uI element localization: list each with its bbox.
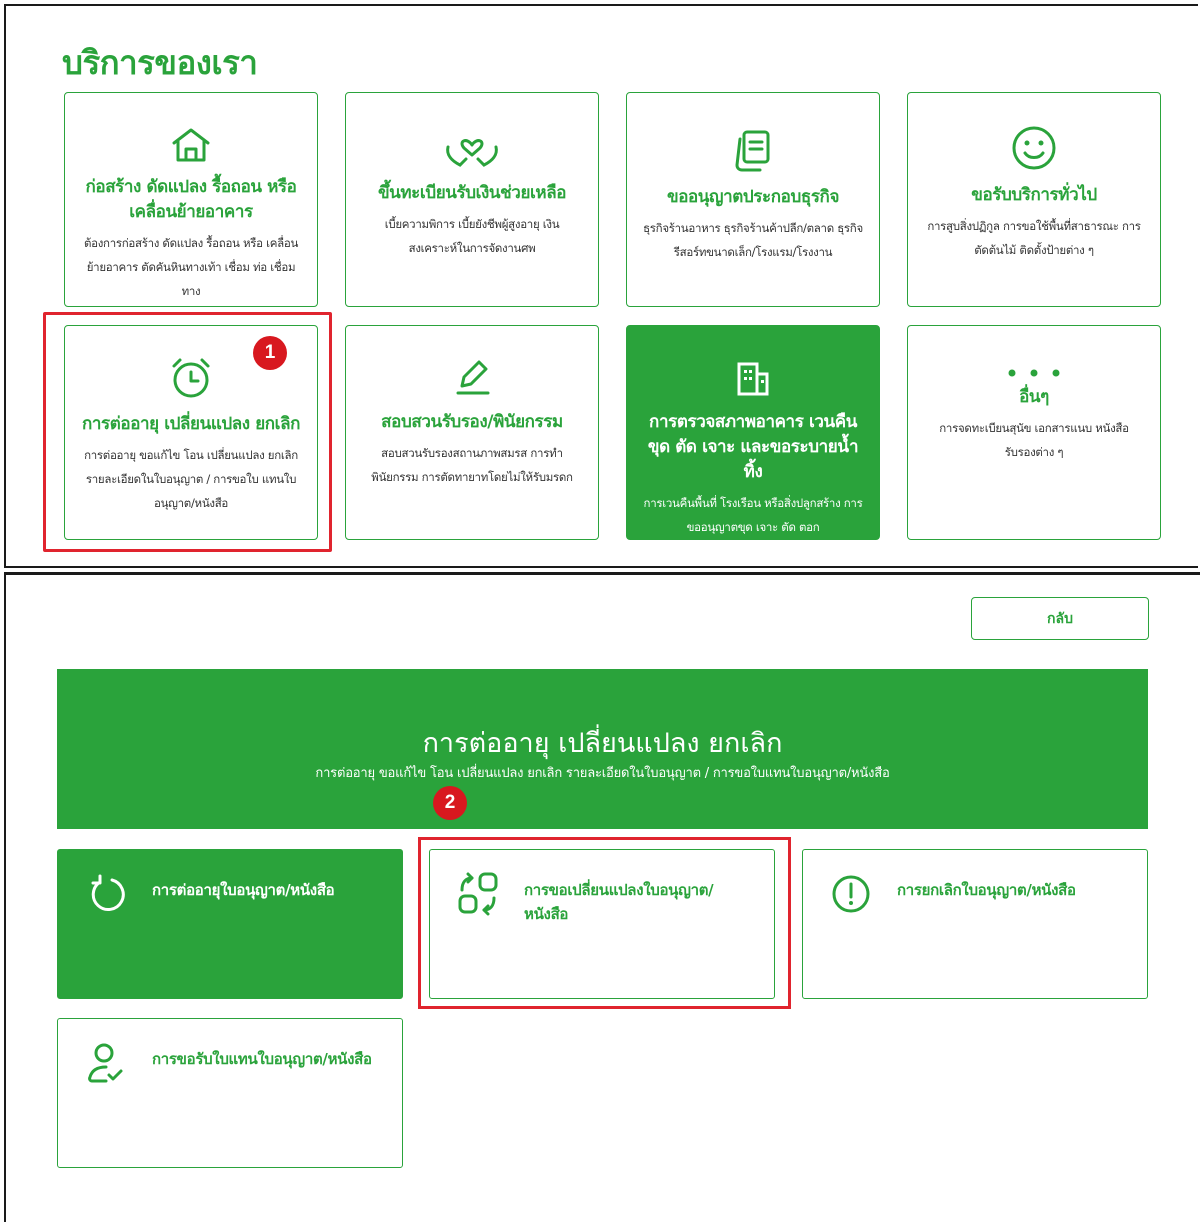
card-title: การตรวจสภาพอาคาร เวนคืน ขุด ตัด เจาะ และ… — [647, 412, 859, 482]
step-1-highlight — [43, 312, 332, 552]
option-cancel-license[interactable]: การยกเลิกใบอนุญาต/หนังสือ — [802, 849, 1148, 999]
card-title: สอบสวนรับรอง/พินัยกรรม — [381, 412, 563, 432]
pencil-icon — [450, 356, 494, 402]
card-description: เบี้ยความพิการ เบี้ยยังชีพผู้สูงอายุ เงิ… — [384, 217, 560, 255]
home-icon — [170, 127, 212, 167]
building-icon — [733, 360, 773, 402]
card-title: ขอรับบริการทั่วไป — [971, 185, 1097, 205]
renew-icon — [84, 872, 128, 916]
card-description: สอบสวนรับรองสถานภาพสมรส การทำ พินัยกรรม … — [371, 446, 573, 484]
service-card-assistance[interactable]: ขึ้นทะเบียนรับเงินช่วยเหลือ เบี้ยความพิก… — [345, 92, 599, 307]
step-2-badge: 2 — [433, 786, 467, 820]
banner-title: การต่ออายุ เปลี่ยนแปลง ยกเลิก — [422, 728, 783, 759]
documents-icon — [732, 129, 774, 177]
service-card-construction[interactable]: ก่อสร้าง ดัดแปลง รื้อถอน หรือเคลื่อนย้าย… — [64, 92, 318, 307]
page-title: บริการของเรา — [62, 43, 258, 82]
service-card-certification[interactable]: สอบสวนรับรอง/พินัยกรรม สอบสวนรับรองสถานภ… — [345, 325, 599, 540]
user-check-icon — [84, 1041, 128, 1085]
alert-icon — [829, 872, 873, 916]
service-card-business-permit[interactable]: ขออนุญาตประกอบธุรกิจ ธุรกิจร้านอาหาร ธุร… — [626, 92, 880, 307]
smiley-icon — [1011, 125, 1057, 175]
hands-heart-icon — [442, 131, 502, 173]
detail-banner: การต่ออายุ เปลี่ยนแปลง ยกเลิก การต่ออายุ… — [57, 669, 1148, 829]
card-title: ขออนุญาตประกอบธุรกิจ — [666, 187, 840, 207]
card-title: ก่อสร้าง ดัดแปลง รื้อถอน หรือเคลื่อนย้าย… — [85, 177, 297, 222]
card-description: การเวนคืนพื้นที่ โรงเรือน หรือสิ่งปลูกสร… — [643, 496, 863, 534]
more-dots-icon — [1004, 364, 1064, 383]
option-label: การต่ออายุใบอนุญาต/หนังสือ — [152, 881, 335, 899]
option-renew-license[interactable]: การต่ออายุใบอนุญาต/หนังสือ — [57, 849, 403, 999]
card-description: การสูบสิ่งปฏิกูล การขอใช้พื้นที่สาธารณะ … — [927, 219, 1141, 257]
option-replacement-license[interactable]: การขอรับใบแทนใบอนุญาต/หนังสือ — [57, 1018, 403, 1168]
back-button[interactable]: กลับ — [971, 597, 1149, 640]
service-card-inspection[interactable]: การตรวจสภาพอาคาร เวนคืน ขุด ตัด เจาะ และ… — [626, 325, 880, 540]
step-2-highlight — [418, 837, 791, 1009]
card-title: ขึ้นทะเบียนรับเงินช่วยเหลือ — [377, 183, 567, 203]
card-title: อื่นๆ — [1019, 387, 1049, 407]
card-description: การจดทะเบียนสุนัข เอกสารแนบ หนังสือ รับร… — [939, 421, 1129, 459]
option-label: การยกเลิกใบอนุญาต/หนังสือ — [897, 881, 1076, 899]
service-card-other[interactable]: อื่นๆ การจดทะเบียนสุนัข เอกสารแนบ หนังสื… — [907, 325, 1161, 540]
card-description: ต้องการก่อสร้าง ดัดแปลง รื้อถอน หรือ เคล… — [83, 236, 299, 298]
card-description: ธุรกิจร้านอาหาร ธุรกิจร้านค้าปลีก/ตลาด ธ… — [643, 221, 863, 259]
banner-subtitle: การต่ออายุ ขอแก้ไข โอน เปลี่ยนแปลง ยกเลิ… — [315, 766, 890, 781]
step-1-badge: 1 — [253, 336, 287, 370]
option-label: การขอรับใบแทนใบอนุญาต/หนังสือ — [152, 1050, 372, 1068]
service-card-general[interactable]: ขอรับบริการทั่วไป การสูบสิ่งปฏิกูล การขอ… — [907, 92, 1161, 307]
